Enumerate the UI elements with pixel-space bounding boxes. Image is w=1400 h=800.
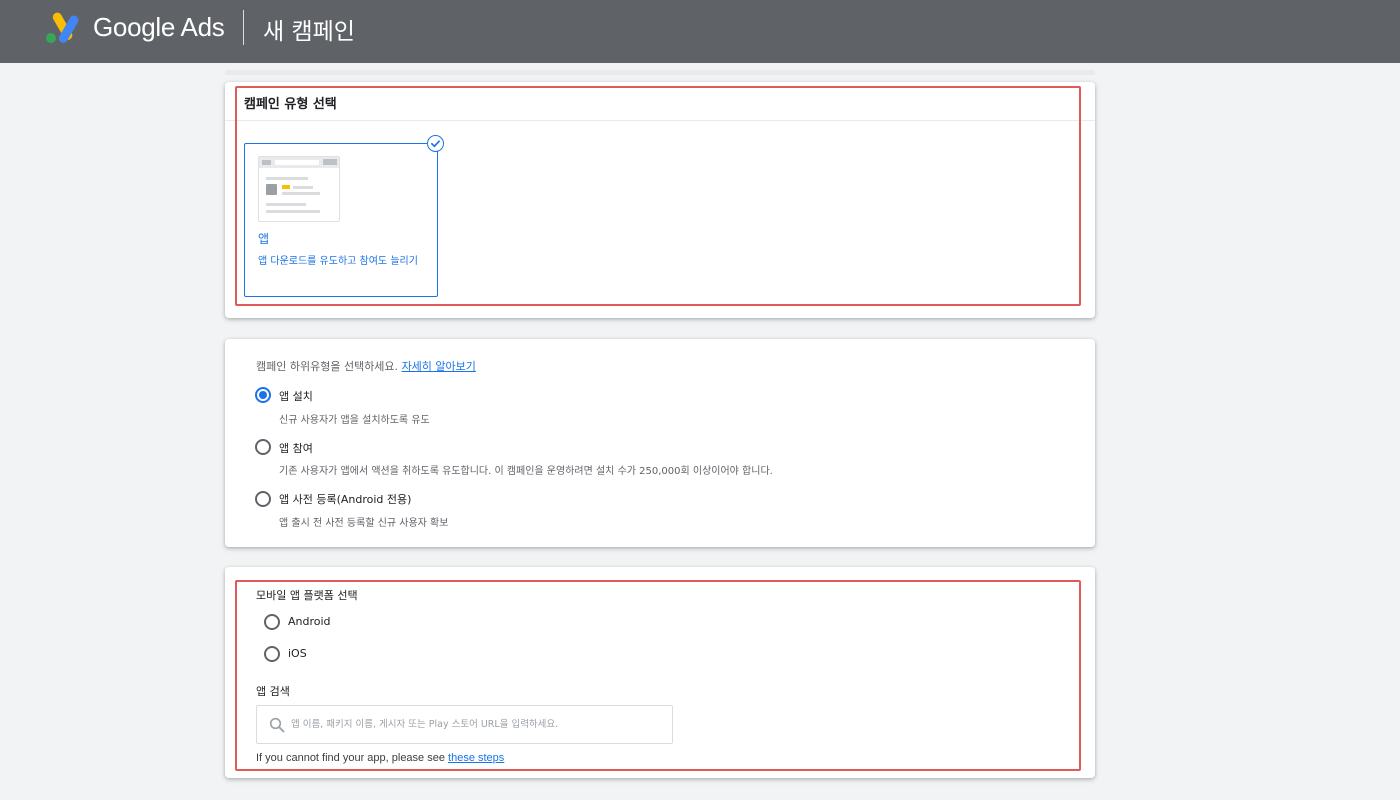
these-steps-link[interactable]: these steps [448,752,504,764]
section-divider [225,120,1095,121]
option-desc-app-preregistration: 앱 출시 전 사전 등록할 신규 사용자 확보 [279,518,449,529]
search-icon [269,717,285,733]
option-desc-app-install: 신규 사용자가 앱을 설치하도록 유도 [279,415,430,426]
option-label-app-preregistration[interactable]: 앱 사전 등록(Android 전용) [279,491,411,507]
subtype-prompt: 캠페인 하위유형을 선택하세요. 자세히 알아보기 [256,360,476,373]
google-ads-logo-icon [46,12,79,43]
app-preview-illustration-icon [258,156,340,222]
brand-name: Google Ads [93,12,225,42]
page-title: 새 캠페인 [263,19,355,45]
option-label-ios[interactable]: iOS [288,647,307,660]
radio-app-engagement[interactable] [255,439,271,455]
app-search-input[interactable] [291,707,669,742]
tile-description: 앱 다운로드를 유도하고 참여도 늘리기 [258,256,418,267]
campaign-type-card: 캠페인 유형 선택 앱 앱 다운로드를 유도하고 참여도 늘리기 [225,82,1095,318]
radio-app-install[interactable] [255,387,271,403]
header-divider [243,10,244,45]
option-label-app-install[interactable]: 앱 설치 [279,388,313,404]
tile-title: 앱 [258,232,270,246]
option-label-android[interactable]: Android [288,615,331,628]
radio-app-preregistration[interactable] [255,491,271,507]
app-search-box[interactable] [256,705,673,744]
platform-card: 모바일 앱 플랫폼 선택 Android iOS 앱 검색 If you can… [225,567,1095,778]
app-campaign-tile[interactable]: 앱 앱 다운로드를 유도하고 참여도 늘리기 [244,143,438,297]
radio-ios[interactable] [264,646,280,662]
radio-android[interactable] [264,614,280,630]
help-text: If you cannot find your app, please see … [256,752,505,764]
app-search-label: 앱 검색 [256,685,290,698]
campaign-subtype-card: 캠페인 하위유형을 선택하세요. 자세히 알아보기 앱 설치 신규 사용자가 앱… [225,339,1095,547]
platform-title: 모바일 앱 플랫폼 선택 [256,589,358,602]
option-desc-app-engagement: 기존 사용자가 앱에서 액션을 취하도록 유도합니다. 이 캠페인을 운영하려면… [279,466,773,477]
learn-more-link[interactable]: 자세히 알아보기 [402,360,476,373]
previous-section-edge [225,70,1095,75]
campaign-type-title: 캠페인 유형 선택 [244,97,337,112]
top-app-bar: Google Ads 새 캠페인 [0,0,1400,63]
option-label-app-engagement[interactable]: 앱 참여 [279,440,313,456]
selected-check-icon [427,135,444,152]
